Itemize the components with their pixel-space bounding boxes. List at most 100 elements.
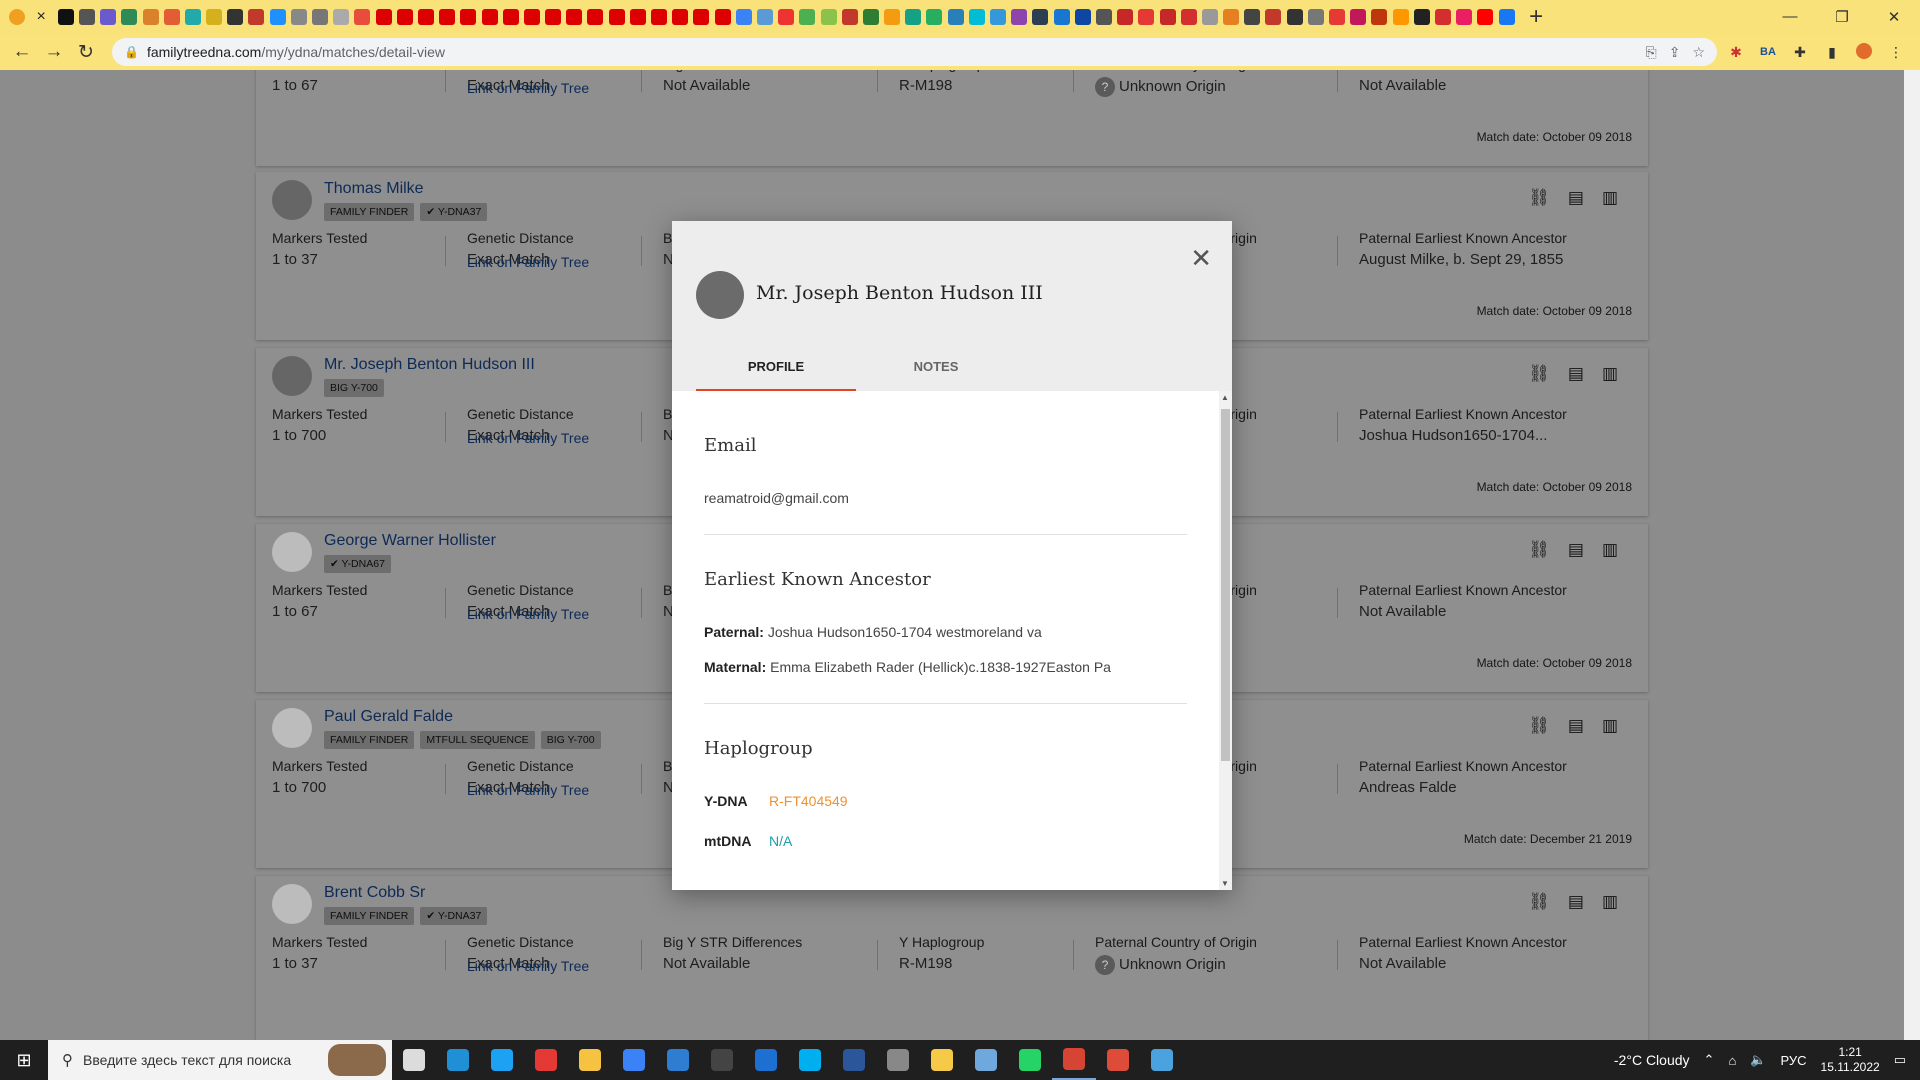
tab-favicon[interactable] xyxy=(714,9,731,25)
match-name[interactable]: Thomas Milke xyxy=(324,180,424,198)
network-app-icon[interactable] xyxy=(876,1040,920,1080)
extension-ba-label[interactable]: BA xyxy=(1755,46,1781,58)
notes-icon[interactable]: ▤ xyxy=(1568,892,1584,912)
tab-favicon[interactable] xyxy=(1350,9,1367,25)
link-family-tree[interactable]: Link on Family Tree xyxy=(467,958,589,974)
whatsapp-icon[interactable] xyxy=(1008,1040,1052,1080)
tree-icon[interactable]: ⛓ xyxy=(1528,188,1550,208)
chart-icon[interactable]: ▥ xyxy=(1602,364,1618,384)
tab-favicon[interactable] xyxy=(1413,9,1430,25)
tab-favicon[interactable] xyxy=(820,9,837,25)
puzzle-icon[interactable]: ✚ xyxy=(1787,44,1813,61)
task-view-icon[interactable] xyxy=(392,1040,436,1080)
tab-favicon[interactable] xyxy=(8,9,25,25)
tab-favicon[interactable] xyxy=(1456,9,1473,25)
volume-icon[interactable]: 🔈 xyxy=(1750,1052,1766,1068)
tab-favicon[interactable] xyxy=(990,9,1007,25)
tab-favicon[interactable] xyxy=(968,9,985,25)
tab-favicon[interactable] xyxy=(672,9,689,25)
tab-favicon[interactable] xyxy=(1286,9,1303,25)
tab-favicon[interactable] xyxy=(142,9,159,25)
tab-favicon[interactable] xyxy=(57,9,74,25)
tab-favicon[interactable] xyxy=(1053,9,1070,25)
minimize-button[interactable]: — xyxy=(1764,8,1816,26)
address-bar[interactable]: 🔒 familytreedna.com/my/ydna/matches/deta… xyxy=(112,38,1717,66)
scroll-up-icon[interactable]: ▲ xyxy=(1221,393,1229,402)
tab-favicon[interactable] xyxy=(566,9,583,25)
tab-favicon[interactable] xyxy=(841,9,858,25)
tab-favicon[interactable] xyxy=(1498,9,1515,25)
tab-favicon[interactable] xyxy=(1392,9,1409,25)
vpn-icon[interactable] xyxy=(964,1040,1008,1080)
network-icon[interactable]: ⌂ xyxy=(1728,1053,1736,1068)
tab-favicon[interactable] xyxy=(1329,9,1346,25)
tab-favicon[interactable] xyxy=(1223,9,1240,25)
tree-icon[interactable]: ⛓ xyxy=(1528,716,1550,736)
store-icon[interactable] xyxy=(612,1040,656,1080)
match-name[interactable]: Paul Gerald Falde xyxy=(324,708,453,726)
tab-favicon[interactable] xyxy=(1201,9,1218,25)
maximize-button[interactable]: ❐ xyxy=(1816,8,1868,26)
sidebar-icon[interactable]: ▮ xyxy=(1819,44,1845,61)
tree-icon[interactable]: ⛓ xyxy=(1528,364,1550,384)
tab-favicon[interactable] xyxy=(1477,9,1494,25)
tab-favicon[interactable] xyxy=(1032,9,1049,25)
tab-favicon[interactable] xyxy=(1074,9,1091,25)
language-indicator[interactable]: РУС xyxy=(1780,1053,1806,1068)
tab-favicon[interactable] xyxy=(502,9,519,25)
tab-favicon[interactable] xyxy=(460,9,477,25)
tab-favicon[interactable] xyxy=(481,9,498,25)
notification-icon[interactable]: ▭ xyxy=(1894,1052,1906,1068)
window-scrollbar[interactable] xyxy=(1904,70,1920,1040)
link-family-tree[interactable]: Link on Family Tree xyxy=(467,80,589,96)
link-family-tree[interactable]: Link on Family Tree xyxy=(467,254,589,270)
tab-favicon[interactable] xyxy=(651,9,668,25)
teamviewer-icon[interactable] xyxy=(744,1040,788,1080)
clock[interactable]: 1:21 15.11.2022 xyxy=(1821,1045,1880,1075)
chrome-alt-icon[interactable] xyxy=(1096,1040,1140,1080)
tab-favicon[interactable] xyxy=(947,9,964,25)
tab-favicon[interactable] xyxy=(1265,9,1282,25)
mtdna-value[interactable]: N/A xyxy=(769,833,792,849)
tab-favicon[interactable] xyxy=(1117,9,1134,25)
translate-icon[interactable]: ⎘ xyxy=(1646,44,1657,61)
link-family-tree[interactable]: Link on Family Tree xyxy=(467,782,589,798)
tab-favicon[interactable] xyxy=(884,9,901,25)
tab-favicon[interactable] xyxy=(1095,9,1112,25)
tray-chevron-icon[interactable]: ⌃ xyxy=(1704,1052,1715,1068)
share-icon[interactable]: ⇪ xyxy=(1669,44,1681,61)
match-name[interactable]: George Warner Hollister xyxy=(324,532,496,550)
mail-icon[interactable] xyxy=(656,1040,700,1080)
notes-icon[interactable]: ▤ xyxy=(1568,364,1584,384)
tab-favicon[interactable] xyxy=(333,9,350,25)
tab-favicon[interactable] xyxy=(439,9,456,25)
avatar[interactable] xyxy=(272,532,312,572)
ydna-value[interactable]: R-FT404549 xyxy=(769,793,848,809)
forward-button[interactable]: → xyxy=(38,41,70,63)
windows-start-icon[interactable]: ⊞ xyxy=(0,1050,48,1071)
tab-favicon[interactable] xyxy=(587,9,604,25)
avatar[interactable] xyxy=(272,708,312,748)
tab-favicon[interactable] xyxy=(799,9,816,25)
sticky-notes-icon[interactable] xyxy=(920,1040,964,1080)
notes-icon[interactable]: ▤ xyxy=(1568,716,1584,736)
skype-icon[interactable] xyxy=(788,1040,832,1080)
tab-profile[interactable]: PROFILE xyxy=(696,343,856,391)
avatar[interactable] xyxy=(272,884,312,924)
tab-favicon[interactable] xyxy=(1434,9,1451,25)
tab-favicon[interactable] xyxy=(926,9,943,25)
tab-favicon[interactable] xyxy=(862,9,879,25)
profile-avatar[interactable] xyxy=(1851,42,1877,62)
tab-favicon[interactable] xyxy=(608,9,625,25)
close-icon[interactable]: ✕ xyxy=(1190,243,1212,274)
avatar[interactable] xyxy=(272,356,312,396)
word-icon[interactable] xyxy=(832,1040,876,1080)
menu-icon[interactable]: ⋮ xyxy=(1883,44,1909,61)
tab-favicon[interactable] xyxy=(905,9,922,25)
tab-close-icon[interactable]: × xyxy=(31,7,51,27)
notes-icon[interactable]: ▤ xyxy=(1568,540,1584,560)
tab-favicon[interactable] xyxy=(778,9,795,25)
extension-icon[interactable]: ✱ xyxy=(1723,44,1749,61)
bookmark-star-icon[interactable]: ☆ xyxy=(1692,44,1705,61)
tab-favicon[interactable] xyxy=(354,9,371,25)
